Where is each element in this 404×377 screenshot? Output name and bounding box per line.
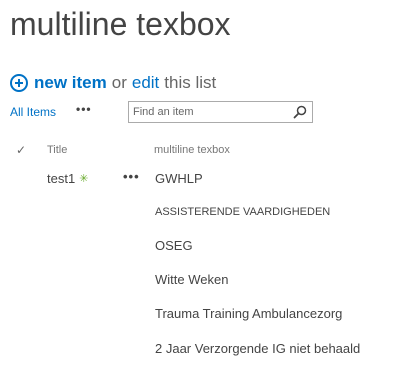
multiline-line: 2 Jaar Verzorgende IG niet behaald [155,341,361,356]
item-title-link[interactable]: test1 [47,171,75,186]
item-menu-button[interactable]: ••• [123,169,140,184]
search-box [128,101,313,123]
multiline-line: Trauma Training Ambulancezorg [155,306,343,321]
page-title: multiline texbox [10,6,231,42]
edit-list-link[interactable]: edit [132,73,159,93]
column-header-title[interactable]: Title [47,138,67,162]
select-all-checkmark-icon[interactable]: ✓ [16,138,26,162]
column-header-multiline[interactable]: multiline texbox [154,138,230,162]
view-selector: All Items ••• [10,101,92,123]
multiline-line: OSEG [155,238,193,253]
command-bar: new item or edit this list [10,71,216,95]
more-views-button[interactable]: ••• [76,103,92,115]
add-circle-icon[interactable] [10,74,28,92]
table-row-title: test1 ✳ [47,171,88,186]
this-list-text: this list [164,73,217,92]
search-icon[interactable] [293,105,307,119]
view-all-items[interactable]: All Items [10,105,56,119]
search-input[interactable] [129,103,288,121]
multiline-line: ASSISTERENDE VAARDIGHEDEN [155,206,331,218]
new-item-star-icon: ✳ [79,173,89,185]
or-text: or [111,73,127,92]
new-item-link[interactable]: new item [34,73,107,93]
multiline-line: GWHLP [155,171,203,186]
multiline-line: Witte Weken [155,272,229,287]
